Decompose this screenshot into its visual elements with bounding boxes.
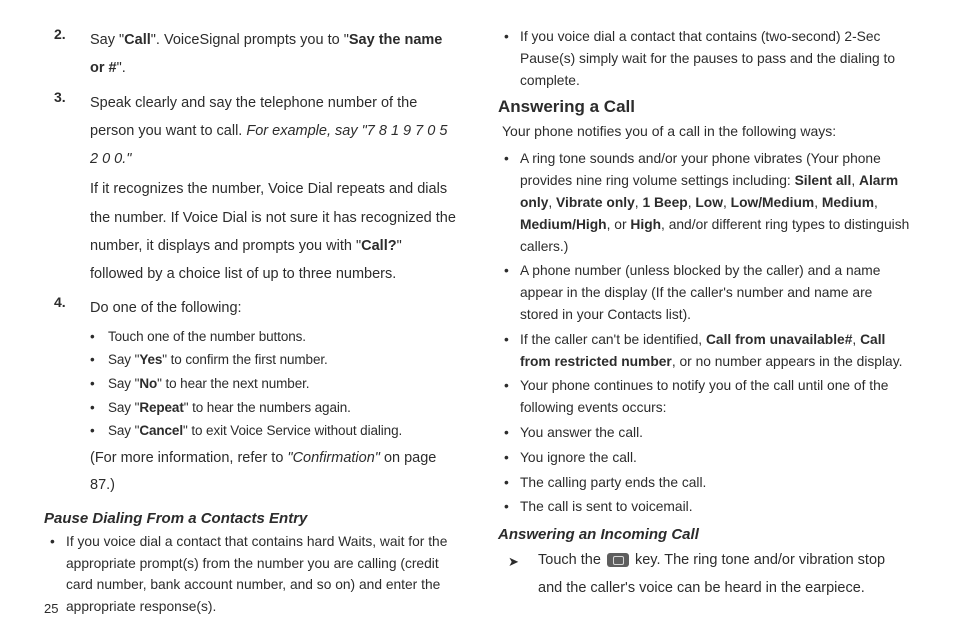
heading-answering-call: Answering a Call — [498, 97, 910, 117]
sub-list: •Touch one of the number buttons.•Say "Y… — [90, 325, 456, 443]
left-column: 2.Say "Call". VoiceSignal prompts you to… — [44, 26, 456, 621]
list-item: •A ring tone sounds and/or your phone vi… — [498, 148, 910, 257]
ordered-item: 3.Speak clearly and say the telephone nu… — [44, 89, 456, 291]
ordered-number: 2. — [44, 26, 90, 85]
arrow-pre: Touch the — [538, 552, 605, 568]
arrow-body: Touch the key. The ring tone and/or vibr… — [538, 547, 910, 602]
sub-item: •Say "Yes" to confirm the first number. — [90, 348, 456, 372]
list-item: •The calling party ends the call. — [498, 472, 910, 494]
heading-pause-dialing: Pause Dialing From a Contacts Entry — [44, 510, 456, 527]
list-item: •Your phone continues to notify you of t… — [498, 375, 910, 419]
heading-answering-incoming: Answering an Incoming Call — [498, 526, 910, 543]
list-item: •If the caller can't be identified, Call… — [498, 329, 910, 373]
paragraph: If it recognizes the number, Voice Dial … — [90, 175, 456, 288]
ordered-item: 2.Say "Call". VoiceSignal prompts you to… — [44, 26, 456, 85]
paragraph: Say "Call". VoiceSignal prompts you to "… — [90, 26, 456, 83]
arrow-icon: ➤ — [498, 547, 538, 602]
arrow-instruction: ➤ Touch the key. The ring tone and/or vi… — [498, 547, 910, 602]
sub-item: •Touch one of the number buttons. — [90, 325, 456, 349]
list-item: •You answer the call. — [498, 422, 910, 444]
ordered-body: Say "Call". VoiceSignal prompts you to "… — [90, 26, 456, 85]
page-number: 25 — [44, 601, 58, 616]
paragraph: Do one of the following: — [90, 294, 456, 322]
sub-item: •Say "Cancel" to exit Voice Service with… — [90, 419, 456, 443]
page: 2.Say "Call". VoiceSignal prompts you to… — [0, 0, 954, 621]
right-top-list: •If you voice dial a contact that contai… — [498, 26, 910, 91]
pause-list: •If you voice dial a contact that contai… — [44, 531, 456, 618]
right-column: •If you voice dial a contact that contai… — [498, 26, 910, 621]
ordered-item: 4.Do one of the following: •Touch one of … — [44, 294, 456, 501]
ordered-number: 3. — [44, 89, 90, 291]
send-key-icon — [607, 553, 629, 567]
sub-item: •Say "Repeat" to hear the numbers again. — [90, 396, 456, 420]
ordered-body: Do one of the following: •Touch one of th… — [90, 294, 456, 501]
list-item: •A phone number (unless blocked by the c… — [498, 260, 910, 325]
answering-list: •A ring tone sounds and/or your phone vi… — [498, 148, 910, 518]
list-item: •If you voice dial a contact that contai… — [498, 26, 910, 91]
lead-text: Your phone notifies you of a call in the… — [502, 121, 910, 142]
list-item: •If you voice dial a contact that contai… — [44, 531, 456, 618]
paragraph: (For more information, refer to "Confirm… — [90, 445, 456, 500]
sub-item: •Say "No" to hear the next number. — [90, 372, 456, 396]
ordered-body: Speak clearly and say the telephone numb… — [90, 89, 456, 291]
list-item: •You ignore the call. — [498, 447, 910, 469]
list-item: •The call is sent to voicemail. — [498, 496, 910, 518]
paragraph: Speak clearly and say the telephone numb… — [90, 89, 456, 174]
ordered-number: 4. — [44, 294, 90, 501]
